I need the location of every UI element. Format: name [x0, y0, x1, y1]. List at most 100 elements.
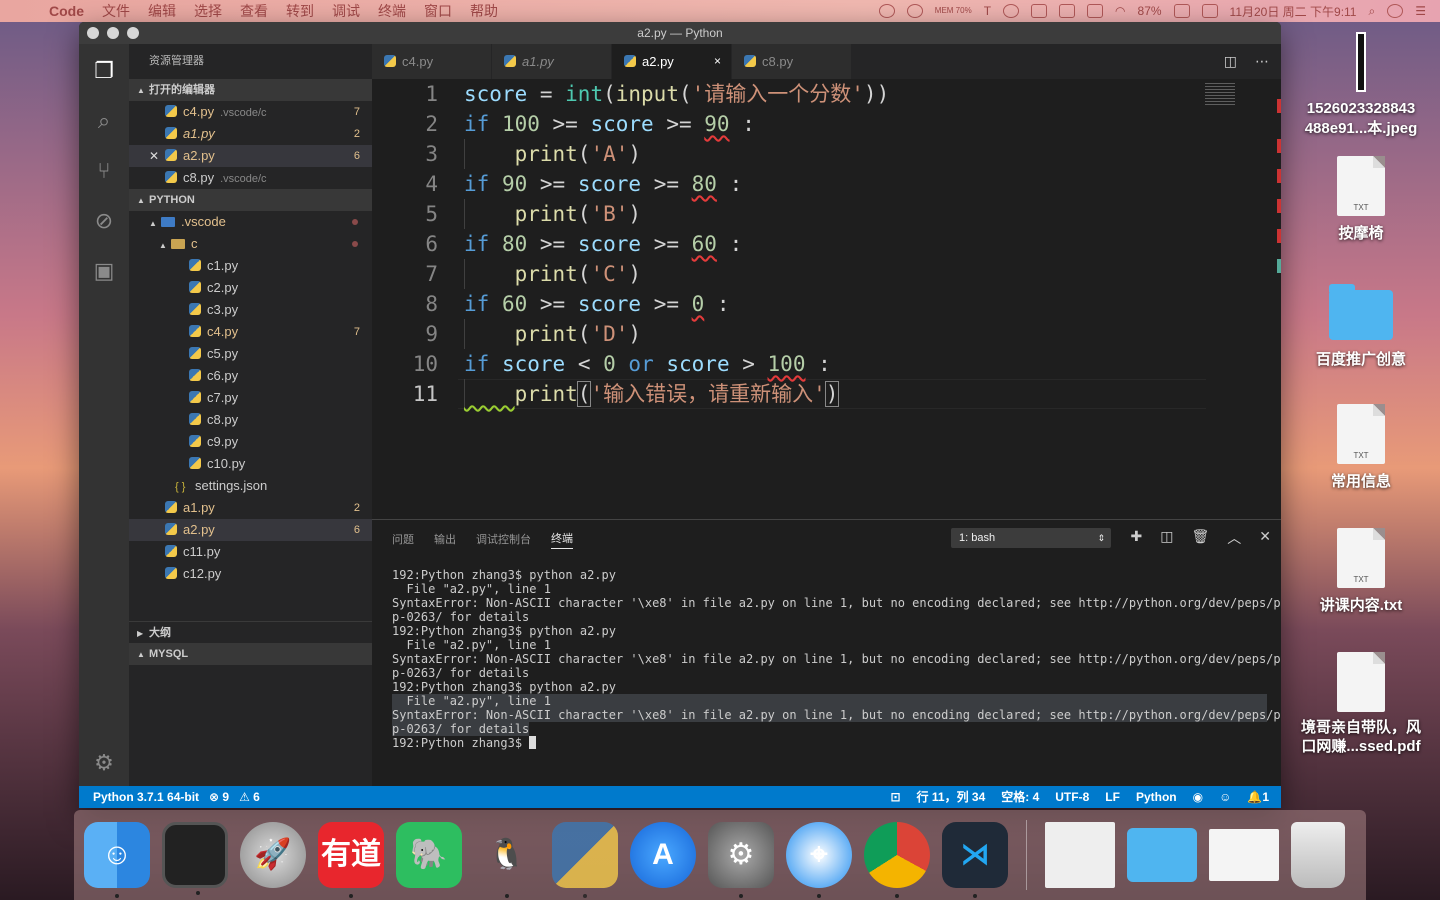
file-c8[interactable]: c8.py: [129, 409, 372, 431]
code-editor[interactable]: 1 score = int(input('请输入一个分数')) 2 if 100 >…: [372, 79, 1281, 519]
font-icon[interactable]: T: [984, 4, 991, 18]
tab-a1[interactable]: a1.py: [492, 44, 612, 79]
close-panel-icon[interactable]: ✕: [1259, 528, 1271, 548]
system-preferences-icon[interactable]: ⚙: [708, 822, 774, 898]
menu-edit[interactable]: 编辑: [139, 1, 185, 21]
open-editor-a1[interactable]: a1.py 2: [129, 123, 372, 145]
open-editor-a2[interactable]: ✕ a2.py 6: [129, 145, 372, 167]
close-tab-icon[interactable]: ×: [714, 44, 721, 79]
file-c11[interactable]: c11.py: [129, 541, 372, 563]
clock[interactable]: 11月20日 周二 下午9:11: [1230, 3, 1357, 20]
maximize-panel-icon[interactable]: ︿: [1227, 528, 1241, 548]
wifi-icon[interactable]: ◠: [1115, 4, 1125, 18]
feedback-smiley-icon[interactable]: ☺: [1219, 786, 1231, 808]
file-a1[interactable]: a1.py 2: [129, 497, 372, 519]
code-line[interactable]: 5 print('B'): [372, 199, 1212, 229]
bell-icon[interactable]: [906, 4, 923, 18]
recent-document-stack-icon[interactable]: [1045, 822, 1115, 888]
folder-c[interactable]: ▲ c: [129, 233, 372, 255]
desktop-item-pdf[interactable]: 境哥亲自带队，风 口网赚...ssed.pdf: [1286, 652, 1436, 756]
battery-percent[interactable]: 87%: [1138, 4, 1162, 18]
status-icon-b[interactable]: [1031, 4, 1048, 18]
explorer-icon[interactable]: ❐: [91, 58, 117, 84]
settings-gear-icon[interactable]: ⚙: [91, 750, 117, 776]
warning-count[interactable]: ⚠ 6: [239, 786, 260, 808]
search-icon[interactable]: ⌕: [91, 108, 117, 134]
code-line[interactable]: 9 print('D'): [372, 319, 1212, 349]
debug-icon[interactable]: ⊘: [91, 208, 117, 234]
qq-icon[interactable]: 🐧: [474, 822, 540, 898]
close-editor-icon[interactable]: ✕: [149, 145, 159, 167]
menu-selection[interactable]: 选择: [185, 1, 231, 21]
battery-icon[interactable]: [1173, 4, 1190, 18]
file-c3[interactable]: c3.py: [129, 299, 372, 321]
youdao-icon[interactable]: 有道: [318, 822, 384, 898]
menu-debug[interactable]: 调试: [323, 1, 369, 21]
code-line[interactable]: 11 print('输入错误，请重新输入'): [372, 379, 1212, 409]
trash-icon[interactable]: [1291, 822, 1345, 888]
tab-a2[interactable]: a2.py ×: [612, 44, 732, 79]
evernote-icon[interactable]: 🐘: [396, 822, 462, 888]
input-method-icon[interactable]: [1201, 4, 1218, 18]
siri-icon[interactable]: [1387, 4, 1404, 18]
notifications-bell[interactable]: 🔔1: [1247, 786, 1269, 808]
code-line[interactable]: 6 if 80 >= score >= 60 :: [372, 229, 1212, 259]
grid-icon[interactable]: [1059, 4, 1076, 18]
more-actions-icon[interactable]: ⋯: [1255, 44, 1269, 79]
file-c5[interactable]: c5.py: [129, 343, 372, 365]
file-c2[interactable]: c2.py: [129, 277, 372, 299]
end-of-line[interactable]: LF: [1105, 786, 1120, 808]
finder-icon[interactable]: ☺: [84, 822, 150, 898]
open-editor-c4[interactable]: c4.py .vscode/c 7: [129, 101, 372, 123]
code-line[interactable]: 2 if 100 >= score >= 90 :: [372, 109, 1212, 139]
code-line[interactable]: 7 print('C'): [372, 259, 1212, 289]
menu-code[interactable]: Code: [40, 3, 93, 19]
source-control-icon[interactable]: ⑂: [91, 158, 117, 184]
python-interpreter[interactable]: Python 3.7.1 64-bit: [93, 786, 199, 808]
notification-center-icon[interactable]: ☰: [1415, 4, 1426, 18]
file-c7[interactable]: c7.py: [129, 387, 372, 409]
desktop-item-txt-2[interactable]: TXT 常用信息: [1286, 404, 1436, 491]
panel-tab-debug-console[interactable]: 调试控制台: [476, 531, 531, 547]
tab-c8[interactable]: c8.py: [732, 44, 852, 79]
file-c1[interactable]: c1.py: [129, 255, 372, 277]
desktop-item-txt-1[interactable]: TXT 按摩椅: [1286, 156, 1436, 243]
mysql-header[interactable]: ▲ MYSQL: [129, 643, 372, 665]
python-launcher-icon[interactable]: [552, 822, 618, 898]
file-c4[interactable]: c4.py 7: [129, 321, 372, 343]
file-c6[interactable]: c6.py: [129, 365, 372, 387]
launchpad-icon[interactable]: 🚀: [240, 822, 306, 888]
downloads-stack-icon[interactable]: [1209, 829, 1279, 881]
overview-ruler[interactable]: [1277, 79, 1281, 519]
eye-icon[interactable]: ◉: [1193, 786, 1203, 808]
menu-terminal[interactable]: 终端: [369, 1, 415, 21]
safari-icon[interactable]: ⌖: [786, 822, 852, 898]
extensions-icon[interactable]: ▣: [91, 258, 117, 284]
code-line[interactable]: 8 if 60 >= score >= 0 :: [372, 289, 1212, 319]
open-editors-header[interactable]: ▲ 打开的编辑器: [129, 79, 372, 101]
menu-file[interactable]: 文件: [93, 1, 139, 21]
folder-vscode[interactable]: ▲ .vscode: [129, 211, 372, 233]
terminal-output[interactable]: 192:Python zhang3$ python a2.py File "a2…: [392, 568, 1281, 750]
file-settings-json[interactable]: { } settings.json: [129, 475, 372, 497]
dashboard-app-icon[interactable]: [162, 822, 228, 895]
panel-tab-output[interactable]: 输出: [434, 531, 456, 547]
cursor-position[interactable]: 行 11，列 34: [917, 786, 986, 808]
tab-c4[interactable]: c4.py: [372, 44, 492, 79]
code-line[interactable]: 1 score = int(input('请输入一个分数')): [372, 79, 1212, 109]
code-line[interactable]: 3 print('A'): [372, 139, 1212, 169]
menu-go[interactable]: 转到: [277, 1, 323, 21]
file-c9[interactable]: c9.py: [129, 431, 372, 453]
outline-header[interactable]: ▶ 大纲: [129, 621, 372, 643]
vscode-icon[interactable]: ⋊: [942, 822, 1008, 898]
status-icon-a[interactable]: [1003, 4, 1020, 18]
error-count[interactable]: ⊗ 9: [209, 786, 229, 808]
menu-window[interactable]: 窗口: [415, 1, 461, 21]
desktop-item-jpeg[interactable]: 1526023328843 488e91...本.jpeg: [1286, 32, 1436, 138]
terminal-status-icon[interactable]: ⊡: [890, 786, 900, 808]
code-line[interactable]: 10 if score < 0 or score > 100 :: [372, 349, 1212, 379]
new-terminal-icon[interactable]: ✚: [1131, 528, 1143, 548]
indentation[interactable]: 空格: 4: [1001, 786, 1039, 808]
open-editor-c8[interactable]: c8.py .vscode/c: [129, 167, 372, 189]
split-terminal-icon[interactable]: ◫: [1160, 528, 1173, 548]
